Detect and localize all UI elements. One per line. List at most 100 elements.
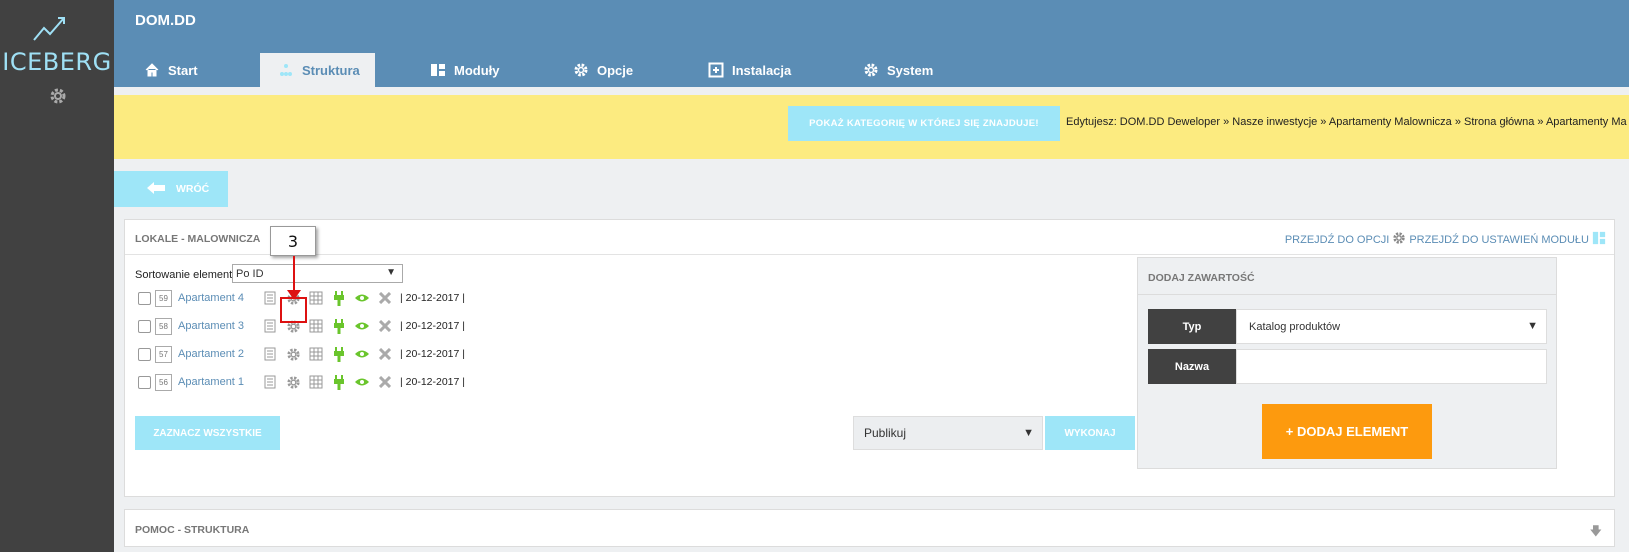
row-date: | 20-12-2017 | bbox=[400, 376, 465, 388]
plug-icon[interactable] bbox=[331, 346, 347, 362]
panel-links: PRZEJDŹ DO OPCJI PRZEJDŹ DO USTAWIEŃ MOD… bbox=[1285, 231, 1606, 248]
go-to-options-link[interactable]: PRZEJDŹ DO OPCJI bbox=[1285, 234, 1390, 246]
structure-icon bbox=[278, 62, 294, 78]
annotation-highlight-box bbox=[280, 297, 307, 323]
select-all-button[interactable]: ZAZNACZ WSZYSTKIE bbox=[135, 416, 280, 450]
row-name-link[interactable]: Apartament 3 bbox=[178, 320, 262, 332]
delete-icon[interactable] bbox=[377, 318, 393, 334]
eye-icon[interactable] bbox=[354, 346, 370, 362]
tab-start[interactable]: Start bbox=[126, 53, 238, 87]
modules-icon bbox=[1592, 231, 1606, 248]
caret-down-icon: ▼ bbox=[386, 267, 396, 278]
type-value: Katalog produktów bbox=[1249, 320, 1341, 333]
breadcrumb: Edytujesz: DOM.DD Deweloper » Nasze inwe… bbox=[1066, 116, 1627, 128]
sort-value: Po ID bbox=[236, 267, 264, 280]
tab-label: Opcje bbox=[597, 62, 634, 78]
row-date: | 20-12-2017 | bbox=[400, 320, 465, 332]
logo-chart-icon bbox=[33, 17, 65, 41]
eye-icon[interactable] bbox=[354, 290, 370, 306]
top-header: DOM.DD Start Struktura Moduły Opcje Inst… bbox=[114, 0, 1629, 87]
calendar-grid-icon[interactable] bbox=[308, 346, 324, 362]
list-item: 56 Apartament 1 | 20-12-2017 | bbox=[138, 372, 465, 392]
calendar-grid-icon[interactable] bbox=[308, 290, 324, 306]
back-label: WRÓĆ bbox=[176, 183, 210, 195]
add-content-box: DODAJ ZAWARTOŚĆ Typ Katalog produktów ▼ … bbox=[1137, 257, 1557, 469]
tab-label: Moduły bbox=[454, 62, 500, 78]
document-icon[interactable] bbox=[262, 318, 278, 334]
row-name-link[interactable]: Apartament 4 bbox=[178, 292, 262, 304]
tab-label: Instalacja bbox=[732, 62, 792, 78]
document-icon[interactable] bbox=[262, 346, 278, 362]
calendar-grid-icon[interactable] bbox=[308, 374, 324, 390]
name-input[interactable] bbox=[1236, 349, 1547, 384]
elements-panel: LOKALE - MALOWNICZA PRZEJDŹ DO OPCJI PRZ… bbox=[124, 219, 1615, 497]
row-date: | 20-12-2017 | bbox=[400, 292, 465, 304]
tab-label: Struktura bbox=[302, 62, 360, 78]
type-select[interactable]: Katalog produktów ▼ bbox=[1236, 309, 1547, 344]
tab-label: Start bbox=[168, 62, 198, 78]
settings-gear-icon[interactable] bbox=[285, 346, 301, 362]
tab-struktura[interactable]: Struktura bbox=[260, 53, 375, 87]
row-checkbox[interactable] bbox=[138, 347, 151, 361]
annotation-callout: 3 bbox=[270, 226, 316, 256]
add-content-title: DODAJ ZAWARTOŚĆ bbox=[1138, 258, 1556, 295]
annotation-line bbox=[293, 256, 295, 291]
delete-icon[interactable] bbox=[377, 374, 393, 390]
delete-icon[interactable] bbox=[377, 290, 393, 306]
gear-icon bbox=[573, 62, 589, 78]
eye-icon[interactable] bbox=[354, 374, 370, 390]
plug-icon[interactable] bbox=[331, 318, 347, 334]
back-button[interactable]: WRÓĆ bbox=[114, 171, 228, 207]
eye-icon[interactable] bbox=[354, 318, 370, 334]
plug-icon[interactable] bbox=[331, 374, 347, 390]
settings-gear-icon[interactable] bbox=[285, 374, 301, 390]
plug-icon[interactable] bbox=[331, 290, 347, 306]
type-label: Typ bbox=[1148, 309, 1236, 344]
tab-label: System bbox=[887, 62, 934, 78]
calendar-grid-icon[interactable] bbox=[308, 318, 324, 334]
panel-title: LOKALE - MALOWNICZA bbox=[135, 233, 261, 245]
bulk-action-value: Publikuj bbox=[864, 426, 907, 440]
tab-instalacja[interactable]: Instalacja bbox=[690, 53, 820, 87]
tab-opcje[interactable]: Opcje bbox=[555, 53, 665, 87]
sidebar: ICEBERG bbox=[0, 0, 114, 552]
execute-button[interactable]: WYKONAJ bbox=[1045, 416, 1135, 450]
panel-header: LOKALE - MALOWNICZA PRZEJDŹ DO OPCJI PRZ… bbox=[125, 220, 1614, 255]
sort-select[interactable]: Po ID ▼ bbox=[232, 264, 403, 283]
home-icon bbox=[144, 62, 160, 78]
row-checkbox[interactable] bbox=[138, 375, 151, 389]
arrow-down-icon[interactable]: 🡇 bbox=[1590, 522, 1602, 543]
row-id: 59 bbox=[155, 289, 172, 307]
row-date: | 20-12-2017 | bbox=[400, 348, 465, 360]
row-name-link[interactable]: Apartament 1 bbox=[178, 376, 262, 388]
go-to-module-settings-link[interactable]: PRZEJDŹ DO USTAWIEŃ MODUŁU bbox=[1409, 234, 1589, 246]
help-title: POMOC - STRUKTURA bbox=[135, 524, 250, 536]
site-brand: DOM.DD bbox=[135, 12, 196, 29]
install-icon bbox=[708, 62, 724, 78]
modules-icon bbox=[430, 62, 446, 78]
row-name-link[interactable]: Apartament 2 bbox=[178, 348, 262, 360]
edit-notice-bar: POKAŻ KATEGORIĘ W KTÓREJ SIĘ ZNAJDUJE! E… bbox=[114, 95, 1629, 159]
caret-down-icon: ▼ bbox=[1527, 320, 1538, 332]
gear-icon bbox=[1392, 231, 1406, 248]
bulk-action-select[interactable]: Publikuj ▼ bbox=[853, 416, 1043, 450]
logo-text: ICEBERG bbox=[2, 48, 112, 76]
show-category-button[interactable]: POKAŻ KATEGORIĘ W KTÓREJ SIĘ ZNAJDUJE! bbox=[788, 106, 1060, 141]
list-item: 57 Apartament 2 | 20-12-2017 | bbox=[138, 344, 465, 364]
row-checkbox[interactable] bbox=[138, 319, 151, 333]
row-checkbox[interactable] bbox=[138, 291, 151, 305]
delete-icon[interactable] bbox=[377, 346, 393, 362]
add-element-button[interactable]: + DODAJ ELEMENT bbox=[1262, 404, 1432, 459]
gear-icon bbox=[863, 62, 879, 78]
iceberg-logo[interactable]: ICEBERG bbox=[0, 14, 114, 78]
row-id: 57 bbox=[155, 345, 172, 363]
document-icon[interactable] bbox=[262, 290, 278, 306]
document-icon[interactable] bbox=[262, 374, 278, 390]
caret-down-icon: ▼ bbox=[1023, 427, 1034, 439]
tab-system[interactable]: System bbox=[845, 53, 965, 87]
tab-moduly[interactable]: Moduły bbox=[412, 53, 522, 87]
arrow-left-icon bbox=[146, 181, 166, 198]
help-panel[interactable]: POMOC - STRUKTURA 🡇 bbox=[124, 509, 1615, 547]
row-id: 56 bbox=[155, 373, 172, 391]
gear-icon[interactable] bbox=[48, 86, 68, 106]
